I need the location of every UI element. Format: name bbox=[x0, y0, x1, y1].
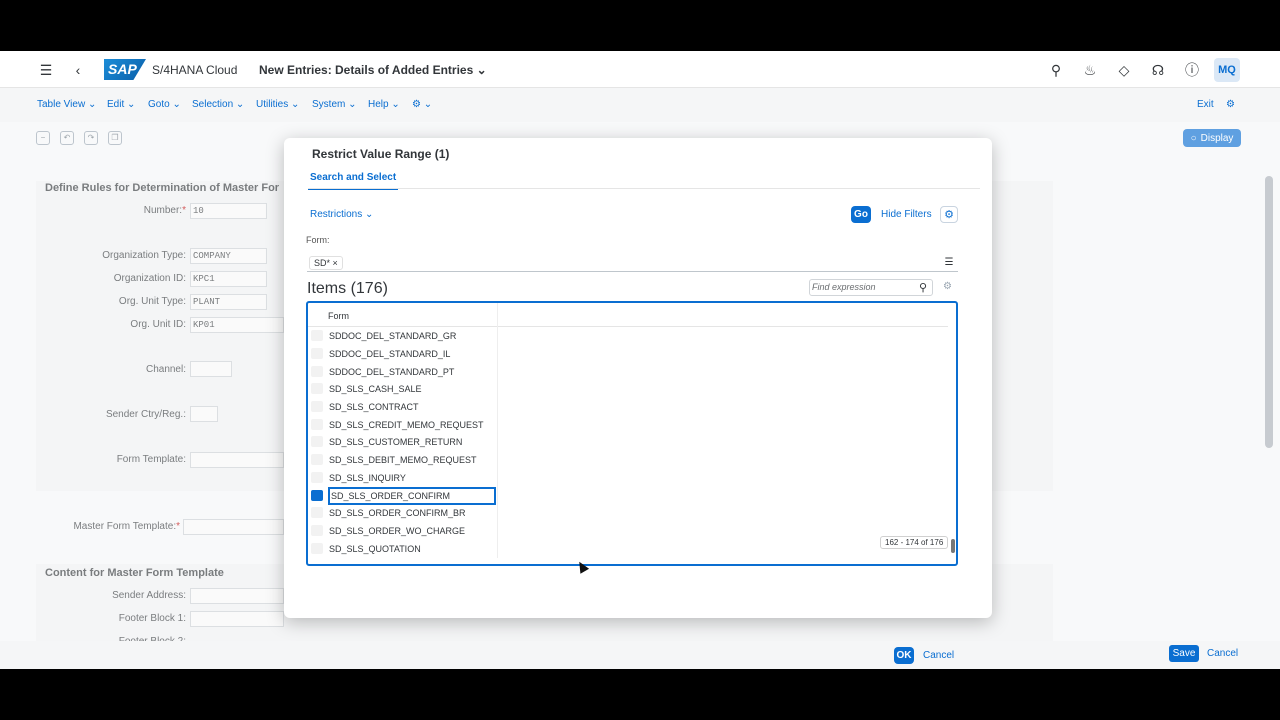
value-help-icon[interactable]: ☰ bbox=[943, 257, 955, 269]
menu-system[interactable]: System ⌄ bbox=[312, 99, 357, 110]
table-row[interactable]: SDDOC_DEL_STANDARD_PT bbox=[308, 363, 498, 381]
table-row[interactable]: SD_SLS_ORDER_CONFIRM_BR bbox=[308, 504, 498, 522]
menu-icon[interactable]: ☰ bbox=[36, 60, 56, 80]
table-row[interactable]: SD_SLS_QUOTATION bbox=[308, 540, 498, 558]
row-range-indicator: 162 - 174 of 176 bbox=[880, 536, 949, 549]
gui-icon[interactable]: ⚙ bbox=[1226, 99, 1235, 110]
product-name: S/4HANA Cloud bbox=[152, 63, 238, 77]
menu-utilities[interactable]: Utilities ⌄ bbox=[256, 99, 299, 110]
hide-filters-button[interactable]: Hide Filters bbox=[881, 209, 932, 220]
row-selector[interactable] bbox=[311, 366, 323, 377]
back-icon[interactable]: ‹ bbox=[68, 60, 88, 80]
menu-bar: Table View ⌄ Edit ⌄ Goto ⌄ Selection ⌄ U… bbox=[0, 88, 1280, 122]
table-cell[interactable]: SD_SLS_CASH_SALE bbox=[328, 380, 496, 398]
exit-button[interactable]: Exit bbox=[1197, 99, 1214, 110]
chevron-down-icon: ⌄ bbox=[476, 63, 487, 77]
table-cell[interactable]: SD_SLS_CONTRACT bbox=[328, 398, 496, 416]
settings-menu-icon[interactable]: ⚙ ⌄ bbox=[412, 99, 432, 110]
row-selector[interactable] bbox=[311, 543, 323, 554]
cancel-button[interactable]: Cancel bbox=[1207, 648, 1238, 659]
search-icon[interactable]: ⚲ bbox=[919, 281, 927, 294]
save-button[interactable]: Save bbox=[1169, 645, 1199, 662]
table-row[interactable]: SD_SLS_ORDER_WO_CHARGE bbox=[308, 522, 498, 540]
row-selector[interactable] bbox=[311, 348, 323, 359]
chevron-down-icon: ⌄ bbox=[365, 209, 374, 220]
table-row-selected[interactable]: SD_SLS_ORDER_CONFIRM bbox=[308, 487, 498, 505]
menu-selection[interactable]: Selection ⌄ bbox=[192, 99, 244, 110]
table-row[interactable]: SD_SLS_CASH_SALE bbox=[308, 380, 498, 398]
table-cell[interactable]: SD_SLS_ORDER_WO_CHARGE bbox=[328, 522, 496, 540]
go-button[interactable]: Go bbox=[851, 206, 871, 223]
menu-help[interactable]: Help ⌄ bbox=[368, 99, 400, 110]
restrictions-toggle[interactable]: Restrictions ⌄ bbox=[310, 209, 373, 220]
find-expression-input[interactable]: Find expression bbox=[809, 279, 933, 296]
filter-token[interactable]: SD* × bbox=[309, 256, 343, 270]
avatar[interactable]: MQ bbox=[1214, 58, 1240, 82]
form-filter-label: Form: bbox=[306, 235, 330, 245]
settings-gear-icon[interactable]: ⚙ bbox=[940, 206, 958, 223]
menu-edit[interactable]: Edit ⌄ bbox=[107, 99, 135, 110]
ok-button[interactable]: OK bbox=[894, 647, 914, 664]
dialog-title: Restrict Value Range (1) bbox=[312, 147, 450, 161]
table-cell[interactable]: SD_SLS_ORDER_CONFIRM bbox=[328, 487, 496, 505]
shell-bar: ☰ ‹ SAP S/4HANA Cloud New Entries: Detai… bbox=[0, 51, 1280, 88]
tab-search-and-select[interactable]: Search and Select bbox=[308, 170, 399, 190]
form-filter-input[interactable]: SD* × bbox=[307, 254, 958, 272]
clear-filter-icon[interactable]: ⚙ bbox=[943, 281, 952, 292]
table-row[interactable]: SD_SLS_CONTRACT bbox=[308, 398, 498, 416]
restrict-value-dialog: Restrict Value Range (1) Search and Sele… bbox=[284, 138, 992, 664]
table-row[interactable]: SDDOC_DEL_STANDARD_GR bbox=[308, 327, 498, 345]
column-header-form[interactable]: Form bbox=[328, 311, 349, 321]
table-row[interactable]: SD_SLS_DEBIT_MEMO_REQUEST bbox=[308, 451, 498, 469]
table-row[interactable]: SDDOC_DEL_STANDARD_IL bbox=[308, 345, 498, 363]
row-selector[interactable] bbox=[311, 383, 323, 394]
menu-goto[interactable]: Goto ⌄ bbox=[148, 99, 181, 110]
row-selector[interactable] bbox=[311, 436, 323, 447]
gem-icon[interactable]: ◇ bbox=[1114, 60, 1134, 80]
menu-table-view[interactable]: Table View ⌄ bbox=[37, 99, 96, 110]
app-window: ☰ ‹ SAP S/4HANA Cloud New Entries: Detai… bbox=[0, 51, 1280, 669]
table-cell[interactable]: SD_SLS_ORDER_CONFIRM_BR bbox=[328, 504, 496, 522]
row-selector[interactable] bbox=[311, 525, 323, 536]
table-row[interactable]: SD_SLS_INQUIRY bbox=[308, 469, 498, 487]
footer-bar bbox=[0, 641, 1280, 669]
dialog-cancel-button[interactable]: Cancel bbox=[923, 650, 954, 661]
items-heading: Items (176) bbox=[307, 280, 388, 297]
row-selector[interactable] bbox=[311, 401, 323, 412]
app-title[interactable]: New Entries: Details of Added Entries ⌄ bbox=[259, 63, 487, 77]
headset-icon[interactable]: ☊ bbox=[1148, 60, 1168, 80]
table-cell[interactable]: SD_SLS_DEBIT_MEMO_REQUEST bbox=[328, 451, 496, 469]
table-cell[interactable]: SDDOC_DEL_STANDARD_PT bbox=[328, 363, 496, 381]
table-cell[interactable]: SD_SLS_INQUIRY bbox=[328, 469, 496, 487]
row-selector[interactable] bbox=[311, 472, 323, 483]
table-cell[interactable]: SDDOC_DEL_STANDARD_GR bbox=[328, 327, 496, 345]
row-selector[interactable] bbox=[311, 419, 323, 430]
table-scrollbar[interactable] bbox=[951, 539, 955, 553]
sap-logo[interactable]: SAP bbox=[104, 59, 146, 80]
table-cell[interactable]: SD_SLS_CUSTOMER_RETURN bbox=[328, 433, 496, 451]
tab-divider bbox=[308, 188, 980, 189]
table-cell[interactable]: SDDOC_DEL_STANDARD_IL bbox=[328, 345, 496, 363]
close-icon[interactable]: × bbox=[333, 258, 338, 268]
table-cell[interactable]: SD_SLS_CREDIT_MEMO_REQUEST bbox=[328, 416, 496, 434]
table-row[interactable]: SD_SLS_CREDIT_MEMO_REQUEST bbox=[308, 416, 498, 434]
row-selector-checked[interactable] bbox=[311, 490, 323, 501]
bell-icon[interactable]: ♨ bbox=[1080, 60, 1100, 80]
page-scrollbar[interactable] bbox=[1265, 176, 1273, 448]
search-icon[interactable]: ⚲ bbox=[1046, 60, 1066, 80]
items-table: Form SDDOC_DEL_STANDARD_GR SDDOC_DEL_STA… bbox=[306, 301, 958, 566]
row-selector[interactable] bbox=[311, 330, 323, 341]
table-cell[interactable]: SD_SLS_QUOTATION bbox=[328, 540, 496, 558]
row-selector[interactable] bbox=[311, 454, 323, 465]
table-row[interactable]: SD_SLS_CUSTOMER_RETURN bbox=[308, 433, 498, 451]
row-selector[interactable] bbox=[311, 507, 323, 518]
help-icon[interactable]: ⓘ bbox=[1182, 60, 1202, 80]
